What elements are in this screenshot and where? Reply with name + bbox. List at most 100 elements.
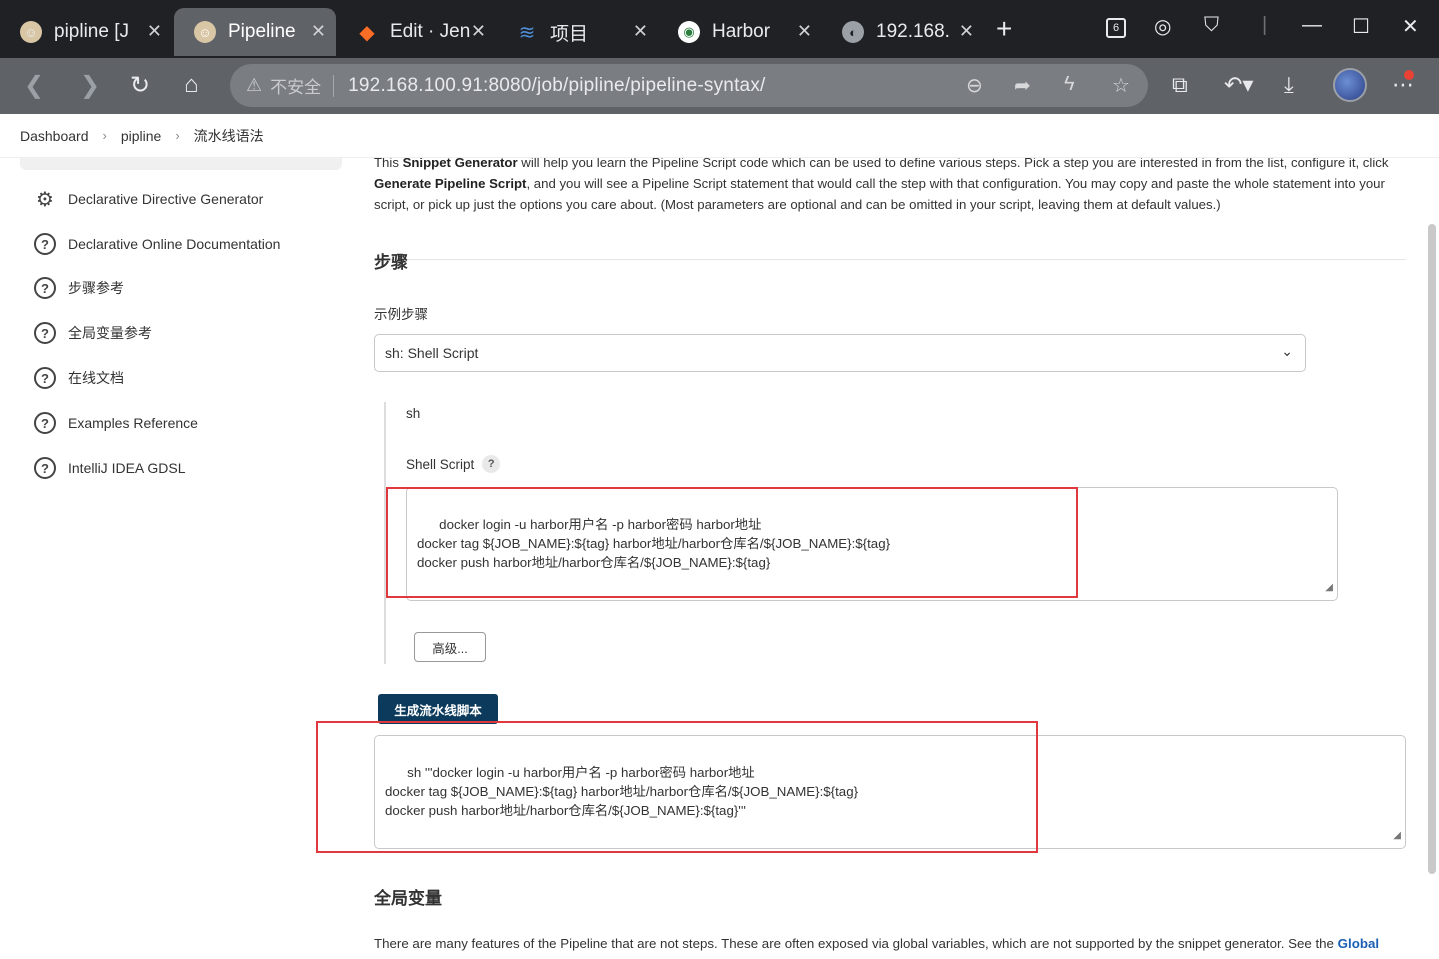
address-divider <box>333 74 335 97</box>
profile-avatar[interactable] <box>1333 68 1367 102</box>
sidebar-item-global-variables-reference[interactable]: ? 全局变量参考 <box>34 318 152 348</box>
breadcrumb: Dashboard › pipline › 流水线语法 <box>0 114 1439 158</box>
close-icon[interactable]: ✕ <box>797 21 812 42</box>
gitlab-favicon-icon: ◆ <box>359 21 375 44</box>
step-config-rule <box>384 402 386 664</box>
tab-ip[interactable]: ◐ 192.168. ✕ <box>822 8 984 56</box>
resize-handle-icon[interactable]: ◢ <box>1325 578 1333 597</box>
incognito-icon[interactable]: ◎ <box>1154 14 1171 39</box>
generate-pipeline-script-button[interactable]: 生成流水线脚本 <box>378 694 498 724</box>
close-icon[interactable]: ✕ <box>471 21 486 42</box>
sidebar-item-declarative-online-documentation[interactable]: ? Declarative Online Documentation <box>34 229 280 259</box>
download-icon[interactable]: ⤓ <box>1284 72 1294 98</box>
extensions-puzzle-icon[interactable]: ⧉ <box>1172 72 1188 98</box>
breadcrumb-dashboard[interactable]: Dashboard <box>20 128 89 144</box>
help-circle-icon: ? <box>34 233 56 255</box>
home-icon[interactable]: ⌂ <box>184 71 199 99</box>
sample-step-label: 示例步骤 <box>374 307 428 322</box>
history-back-icon[interactable]: ↶▾ <box>1224 72 1253 98</box>
minimize-icon[interactable]: — <box>1302 14 1322 37</box>
jenkins-favicon-icon: ☺ <box>20 21 42 43</box>
new-tab-plus-icon[interactable]: + <box>996 14 1012 44</box>
jenkins-favicon-icon: ☺ <box>194 21 216 43</box>
sidebar-item-label: Examples Reference <box>68 415 198 431</box>
tab-count: 6 <box>1112 22 1120 34</box>
tab-project[interactable]: ≋ 项目 ✕ <box>496 8 658 56</box>
sidebar-item-label: 全局变量参考 <box>68 325 152 341</box>
browser-tab-strip: ☺ pipline [J ✕ ☺ Pipeline ✕ ◆ Edit · Jen… <box>0 0 1439 58</box>
global-variables-text: There are many features of the Pipeline … <box>374 936 1406 951</box>
sidebar-item-declarative-directive-generator[interactable]: ⚙ Declarative Directive Generator <box>34 184 263 214</box>
step-name: sh <box>406 406 421 421</box>
page-scrollbar[interactable] <box>1428 224 1436 874</box>
shell-script-textarea[interactable]: docker login -u harbor用户名 -p harbor密码 ha… <box>406 487 1338 601</box>
sidebar-item-label: 步骤参考 <box>68 280 124 296</box>
sidebar-item-online-docs[interactable]: ? 在线文档 <box>34 363 124 393</box>
resize-handle-icon[interactable]: ◢ <box>1393 826 1401 845</box>
tab-title: 192.168. <box>876 21 950 42</box>
close-icon[interactable]: ✕ <box>311 21 326 42</box>
tab-title: pipline [J <box>54 21 129 42</box>
generated-script-textarea[interactable]: sh '''docker login -u harbor用户名 -p harbo… <box>374 735 1406 849</box>
tab-harbor[interactable]: ◉ Harbor ✕ <box>658 8 822 56</box>
extension-shirt-icon[interactable]: ⛉ <box>1204 14 1219 37</box>
help-circle-icon: ? <box>34 457 56 479</box>
intro-bold-generate: Generate Pipeline Script <box>374 176 527 191</box>
jenkins-page: Dashboard › pipline › 流水线语法 ⚙ Declarativ… <box>0 114 1439 959</box>
breadcrumb-current[interactable]: 流水线语法 <box>194 126 264 146</box>
project-favicon-icon: ≋ <box>518 21 536 44</box>
sample-step-value: sh: Shell Script <box>385 345 479 361</box>
notification-dot <box>1404 70 1414 80</box>
close-icon[interactable]: ✕ <box>633 21 648 42</box>
sidebar-item-steps-reference[interactable]: ? 步骤参考 <box>34 273 124 303</box>
maximize-icon[interactable]: ☐ <box>1352 14 1370 39</box>
tab-title: Pipeline <box>228 21 296 42</box>
gear-icon: ⚙ <box>36 188 54 211</box>
forward-icon[interactable]: ❯ <box>80 71 100 100</box>
tab-title: Edit · Jen <box>390 21 471 42</box>
insecure-label: 不安全 <box>270 78 322 97</box>
tab-gitlab-edit[interactable]: ◆ Edit · Jen ✕ <box>336 8 496 56</box>
reload-icon[interactable]: ↻ <box>130 71 150 100</box>
separator-icon: | <box>1262 14 1268 36</box>
harbor-favicon-icon: ◉ <box>678 21 700 43</box>
close-icon[interactable]: ✕ <box>959 21 974 42</box>
sidebar-item-label: Declarative Online Documentation <box>68 236 281 252</box>
address-bar[interactable]: ⚠ 不安全 192.168.100.91:8080/job/pipline/pi… <box>230 64 1148 107</box>
close-icon[interactable]: ✕ <box>147 21 162 42</box>
global-variables-heading: 全局变量 <box>374 889 442 908</box>
help-circle-icon: ? <box>34 412 56 434</box>
global-variables-description: There are many features of the Pipeline … <box>374 936 1338 951</box>
back-icon[interactable]: ❮ <box>24 71 44 100</box>
chevron-down-icon: ⌄ <box>1281 343 1293 359</box>
sample-step-select[interactable]: sh: Shell Script ⌄ <box>374 334 1306 372</box>
star-bookmark-icon[interactable]: ☆ <box>1112 73 1130 98</box>
sidebar-item-examples-reference[interactable]: ? Examples Reference <box>34 408 198 438</box>
zoom-out-icon[interactable]: ⊖ <box>966 73 983 98</box>
tab-title: Harbor <box>712 21 771 42</box>
tab-pipline[interactable]: ☺ pipline [J ✕ <box>0 8 172 56</box>
help-circle-icon: ? <box>34 322 56 344</box>
help-icon[interactable]: ? <box>482 455 501 473</box>
section-divider <box>374 259 1406 260</box>
breadcrumb-job[interactable]: pipline <box>121 128 161 144</box>
lightning-icon[interactable]: ϟ <box>1064 73 1075 96</box>
generated-script-value: sh '''docker login -u harbor用户名 -p harbo… <box>385 765 859 818</box>
intro-text: , and you will see a Pipeline Script sta… <box>374 176 1385 212</box>
advanced-button[interactable]: 高级... <box>414 632 486 662</box>
help-circle-icon: ? <box>34 277 56 299</box>
window-close-icon[interactable]: ✕ <box>1402 14 1419 39</box>
sidebar-item-label: Declarative Directive Generator <box>68 191 264 207</box>
global-variables-link[interactable]: Global <box>1338 936 1379 951</box>
sidebar-item-label: IntelliJ IDEA GDSL <box>68 460 186 476</box>
tab-count-icon[interactable]: 6 <box>1106 18 1126 38</box>
help-circle-icon: ? <box>34 367 56 389</box>
chevron-right-icon: › <box>102 128 107 143</box>
globe-favicon-icon: ◐ <box>842 21 864 43</box>
tab-pipeline-active[interactable]: ☺ Pipeline ✕ <box>174 8 336 56</box>
intro-paragraph: This Snippet Generator will help you lea… <box>374 152 1406 215</box>
steps-heading: 步骤 <box>374 253 408 272</box>
sidebar-item-intellij-gdsl[interactable]: ? IntelliJ IDEA GDSL <box>34 453 186 483</box>
url-text[interactable]: 192.168.100.91:8080/job/pipline/pipeline… <box>348 75 765 97</box>
share-icon[interactable]: ➦ <box>1014 73 1031 98</box>
